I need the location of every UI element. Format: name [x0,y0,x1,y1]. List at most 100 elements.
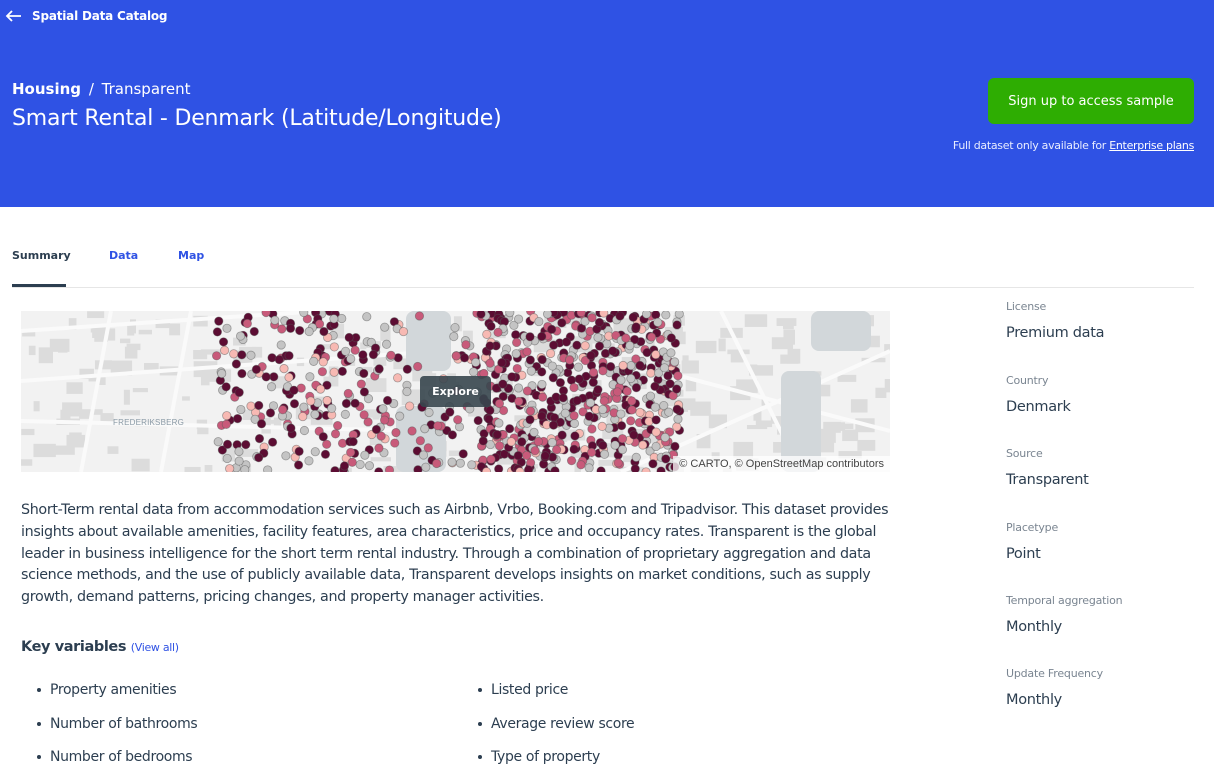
rental-point [374,443,384,453]
building-shape [120,410,140,416]
rental-point [445,407,455,417]
key-variable-label: Number of bedrooms [50,749,193,765]
rental-point [421,462,431,472]
meta-update-frequency: Update Frequency Monthly [1006,667,1103,708]
rental-point [329,367,339,377]
cta-note: Full dataset only available for Enterpri… [953,139,1194,152]
building-shape [875,387,887,399]
rental-point [236,404,246,415]
rental-point [651,311,661,320]
rental-point [386,350,396,360]
rental-point [673,414,683,424]
rental-point [617,421,627,431]
rental-point [459,353,470,363]
rental-point [650,402,660,412]
explore-button[interactable]: Explore [420,376,491,407]
rental-point [350,345,360,355]
rental-point [642,347,652,358]
active-tab-indicator [12,284,66,287]
rental-point [380,322,390,332]
building-shape [184,466,201,472]
view-all-link[interactable]: (View all) [131,641,179,654]
rental-point [481,467,492,472]
rental-point [237,368,247,379]
rental-point [576,311,586,318]
meta-value: Monthly [1006,692,1062,708]
rental-point [660,432,670,443]
rental-point [529,427,539,437]
breadcrumb-separator: / [88,80,94,98]
rental-point [648,459,658,469]
rental-point [650,381,660,392]
rental-point [507,372,517,382]
meta-temporal-aggregation: Temporal aggregation Monthly [1006,594,1123,635]
tab-data[interactable]: Data [109,249,138,262]
rental-point [485,341,495,351]
rental-point [346,447,356,458]
rental-point [616,375,626,385]
rental-point [359,387,369,397]
rental-point [362,312,372,322]
map-preview[interactable]: FREDERIKSBERG Explore © CARTO, © OpenStr… [21,311,890,472]
rental-point [415,436,425,446]
building-shape [57,348,68,353]
rental-point [617,434,628,444]
rental-point [270,315,280,325]
rental-point [566,456,577,466]
rental-point [599,449,610,459]
rental-point [350,398,360,408]
tab-map[interactable]: Map [178,249,204,262]
meta-label: Temporal aggregation [1006,594,1123,607]
rental-point [471,357,481,367]
meta-value: Denmark [1006,399,1071,415]
building-shape [33,401,40,412]
rental-point [616,409,626,419]
rental-point [368,350,379,360]
building-shape [204,464,213,472]
rental-point [298,411,308,422]
building-shape [21,459,33,466]
rental-point [598,440,608,450]
rental-point [289,385,299,395]
rental-point [485,405,495,416]
enterprise-plans-link[interactable]: Enterprise plans [1109,139,1194,152]
rental-point [263,465,273,472]
rental-point [555,378,565,388]
rental-point [621,333,631,343]
rental-point [407,426,417,436]
key-variable-item: Type of property [478,749,600,765]
rental-point [672,320,682,330]
sign-up-sample-button[interactable]: Sign up to access sample [988,78,1194,124]
rental-point [318,432,328,442]
rental-point [672,404,682,414]
breadcrumb-category[interactable]: Housing [12,80,81,98]
rental-point [413,465,423,472]
rental-point [390,438,400,448]
rental-point [374,467,384,472]
rental-point [418,450,429,460]
back-link[interactable]: Spatial Data Catalog [4,7,168,25]
rental-point [395,411,405,421]
rental-point [497,358,507,368]
rental-point [598,366,608,376]
rental-point [584,463,594,472]
rental-point [214,316,224,326]
tab-summary[interactable]: Summary [12,249,71,262]
rental-point [310,409,320,419]
rental-point [523,465,534,472]
rental-point [493,327,503,337]
rental-point [656,466,666,472]
rental-point [229,349,239,359]
rental-point [630,464,640,472]
rental-point [586,350,596,361]
rental-point [626,361,636,371]
building-shape [21,428,35,436]
rental-point [424,407,434,418]
rental-point [628,312,638,322]
page-header: Spatial Data Catalog Housing / Transpare… [0,0,1214,207]
rental-point [626,373,636,384]
rental-point [453,415,463,425]
rental-point [673,371,683,381]
rental-point [557,430,567,440]
rental-point [360,450,370,460]
